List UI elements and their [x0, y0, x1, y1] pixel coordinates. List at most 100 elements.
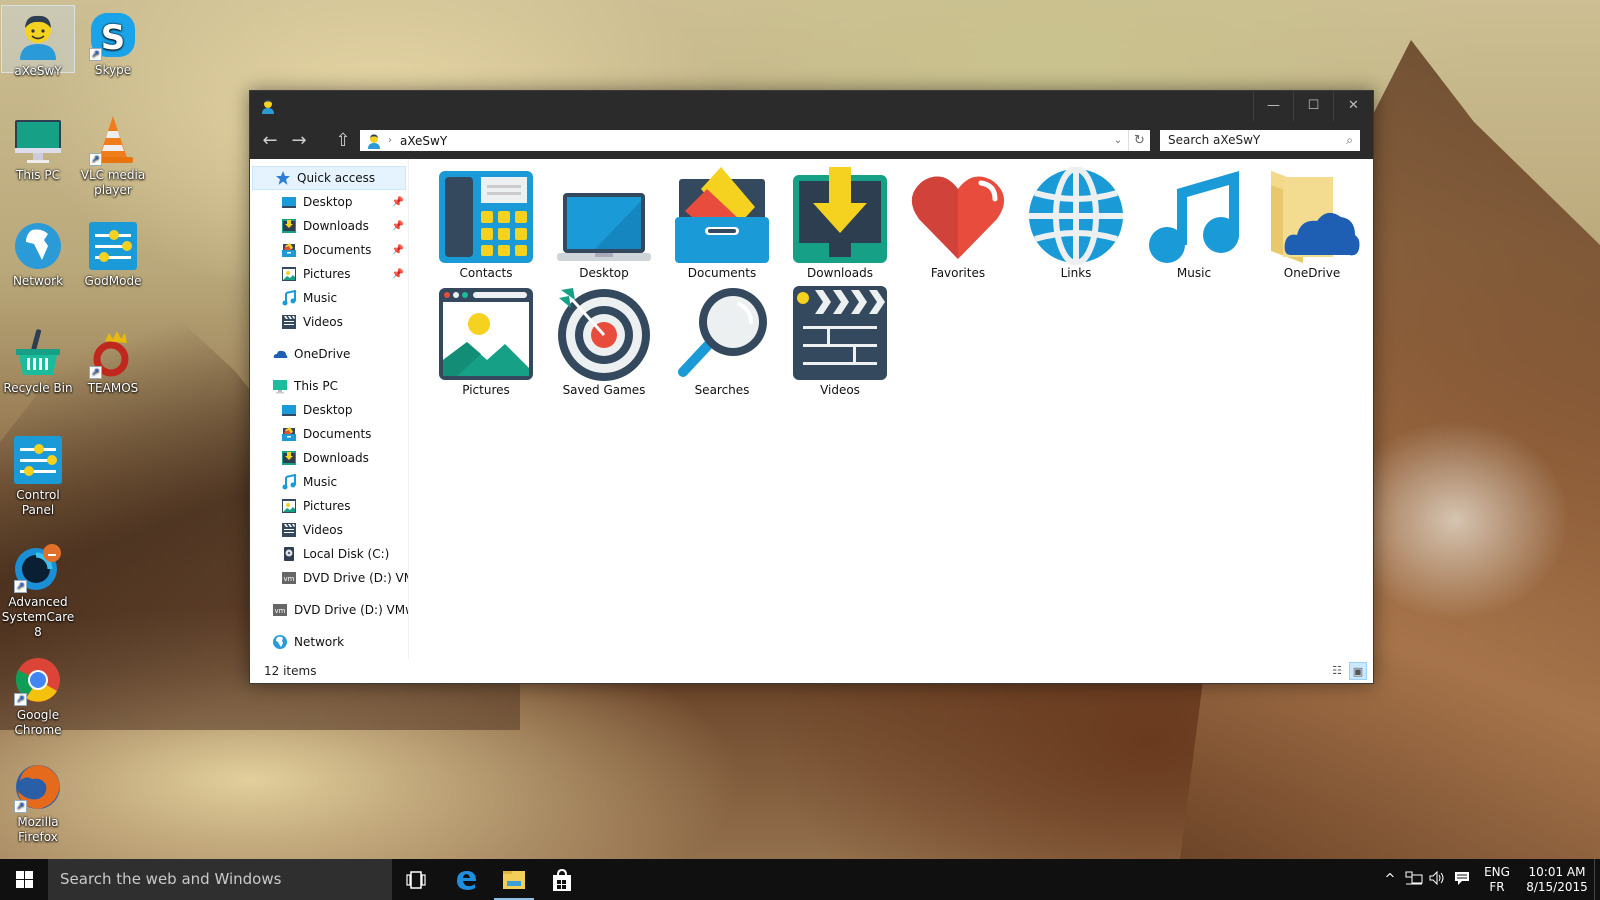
nav-qa-videos[interactable]: Videos [250, 310, 408, 334]
forward-button[interactable]: → [287, 129, 311, 153]
desktop-icon-this-pc[interactable]: This PC [1, 110, 75, 183]
volume-icon[interactable] [1426, 870, 1450, 889]
minimize-button[interactable]: — [1253, 91, 1293, 121]
up-button[interactable]: ⇧ [331, 129, 355, 153]
desktop-icon-axeswy[interactable]: aXeSwY [1, 5, 75, 78]
nav-qa-downloads[interactable]: Downloads 📌 [250, 214, 408, 238]
task-view-button[interactable] [392, 859, 440, 900]
pin-icon[interactable]: 📌 [392, 221, 404, 232]
folder-item-videos[interactable]: Videos [781, 284, 899, 401]
desktop-icon-control-panel[interactable]: Control Panel [1, 430, 75, 518]
folder-item-favorites[interactable]: Favorites [899, 167, 1017, 284]
nav-qa-documents[interactable]: Documents 📌 [250, 238, 408, 262]
desktop-icon-skype[interactable]: S ↗ Skype [76, 5, 150, 78]
desktop-icon-recycle-bin[interactable]: Recycle Bin [1, 323, 75, 396]
nav-onedrive[interactable]: OneDrive [250, 342, 408, 366]
folder-item-desktop[interactable]: Desktop [545, 167, 663, 284]
nav-dvd-drive[interactable]: vm DVD Drive (D:) VMware Tools [250, 598, 408, 622]
user-folder-icon [366, 133, 382, 149]
desktop-icon-godmode[interactable]: GodMode [76, 216, 150, 289]
navigation-toolbar: ← → ⇧ › aXeSwY ⌄ ↻ Search aXeSwY ⌕ [250, 123, 1373, 159]
details-view-button[interactable]: ☷ [1328, 662, 1346, 680]
desktop-icon-advanced-systemcare[interactable]: ↗ Advanced SystemCare 8 [1, 537, 75, 640]
globe-icon [272, 634, 288, 650]
folder-item-music[interactable]: Music [1135, 167, 1253, 284]
folder-item-downloads[interactable]: Downloads [781, 167, 899, 284]
nav-pc-downloads[interactable]: Downloads [250, 446, 408, 470]
clock-date: 8/15/2015 [1526, 879, 1588, 894]
nav-pc-local-disk[interactable]: Local Disk (C:) [250, 542, 408, 566]
heart-icon [911, 176, 1005, 259]
address-bar[interactable]: › aXeSwY ⌄ ↻ [360, 130, 1150, 151]
nav-this-pc[interactable]: This PC [250, 374, 408, 398]
folder-item-documents[interactable]: Documents [663, 167, 781, 284]
back-button[interactable]: ← [258, 129, 282, 153]
clapperboard-icon [793, 286, 887, 380]
taskbar-store-button[interactable] [538, 859, 586, 900]
breadcrumb-axeswy[interactable]: aXeSwY [400, 134, 447, 148]
desktop-icon-vlc[interactable]: ↗ VLC media player [76, 110, 150, 198]
nav-pc-desktop[interactable]: Desktop [250, 398, 408, 422]
search-icon: ⌕ [1346, 133, 1353, 147]
monitor-icon [12, 114, 64, 166]
input-language-indicator[interactable]: ENG FR [1480, 865, 1514, 895]
task-view-icon [406, 870, 426, 889]
title-bar[interactable]: — ☐ ✕ [250, 91, 1373, 123]
start-button[interactable] [0, 859, 48, 900]
nav-network[interactable]: Network [250, 630, 408, 654]
folder-item-links[interactable]: Links [1017, 167, 1135, 284]
shortcut-arrow-icon: ↗ [14, 800, 27, 813]
desktop-icon-mozilla-firefox[interactable]: ↗ Mozilla Firefox [1, 757, 75, 845]
desktop-icon [281, 402, 297, 418]
onedrive-cloud-icon [272, 346, 288, 362]
nav-pc-documents[interactable]: Documents [250, 422, 408, 446]
shortcut-arrow-icon: ↗ [89, 153, 102, 166]
nav-qa-music[interactable]: Music [250, 286, 408, 310]
close-button[interactable]: ✕ [1333, 91, 1373, 121]
taskbar-file-explorer-button[interactable] [490, 859, 538, 900]
desktop-icon-network[interactable]: Network [1, 216, 75, 289]
nav-pc-dvd-drive[interactable]: vm DVD Drive (D:) VMware Tools [250, 566, 408, 590]
clock[interactable]: 10:01 AM 8/15/2015 [1520, 865, 1594, 895]
desktop-icon-label: Skype [94, 63, 132, 77]
desktop-icon-label: Control Panel [16, 488, 60, 517]
desktop-icon-teamos[interactable]: ↗ TEAMOS [76, 323, 150, 396]
status-bar: 12 items ☷ ▣ [250, 659, 1373, 683]
folder-item-contacts[interactable]: Contacts [427, 167, 545, 284]
search-input[interactable]: Search aXeSwY ⌕ [1160, 130, 1360, 151]
refresh-button[interactable]: ↻ [1128, 130, 1150, 151]
clock-time: 10:01 AM [1528, 864, 1586, 879]
pin-icon[interactable]: 📌 [392, 245, 404, 256]
nav-pc-music[interactable]: Music [250, 470, 408, 494]
desktop-icon-google-chrome[interactable]: ↗ Google Chrome [1, 650, 75, 738]
folder-item-saved-games[interactable]: Saved Games [545, 284, 663, 401]
folder-item-searches[interactable]: Searches [663, 284, 781, 401]
taskbar-edge-button[interactable] [442, 859, 490, 900]
address-history-dropdown[interactable]: ⌄ [1110, 130, 1126, 151]
nav-pc-pictures[interactable]: Pictures [250, 494, 408, 518]
nav-qa-pictures[interactable]: Pictures 📌 [250, 262, 408, 286]
sliders-icon [12, 434, 64, 486]
item-count: 12 items [264, 664, 317, 678]
nav-qa-desktop[interactable]: Desktop 📌 [250, 190, 408, 214]
breadcrumb-separator[interactable]: › [388, 135, 392, 146]
star-icon [275, 170, 291, 186]
show-desktop-button[interactable] [1594, 859, 1600, 900]
large-icons-view-button[interactable]: ▣ [1349, 662, 1367, 680]
crown-ring-icon: ↗ [87, 327, 139, 379]
show-hidden-icons-chevron[interactable]: ^ [1378, 872, 1402, 887]
folder-item-onedrive[interactable]: OneDrive [1253, 167, 1371, 284]
action-center-icon[interactable] [1450, 871, 1474, 889]
nav-pc-videos[interactable]: Videos [250, 518, 408, 542]
monitor-icon [272, 378, 288, 394]
videos-icon [281, 522, 297, 538]
vlc-cone-icon: ↗ [87, 114, 139, 166]
maximize-button[interactable]: ☐ [1293, 91, 1333, 121]
nav-quick-access[interactable]: Quick access [252, 166, 406, 190]
network-icon[interactable] [1402, 871, 1426, 889]
pin-icon[interactable]: 📌 [392, 197, 404, 208]
downloads-icon [281, 450, 297, 466]
taskbar-search-input[interactable]: Search the web and Windows [48, 859, 392, 900]
folder-item-pictures[interactable]: Pictures [427, 284, 545, 401]
pin-icon[interactable]: 📌 [392, 269, 404, 280]
